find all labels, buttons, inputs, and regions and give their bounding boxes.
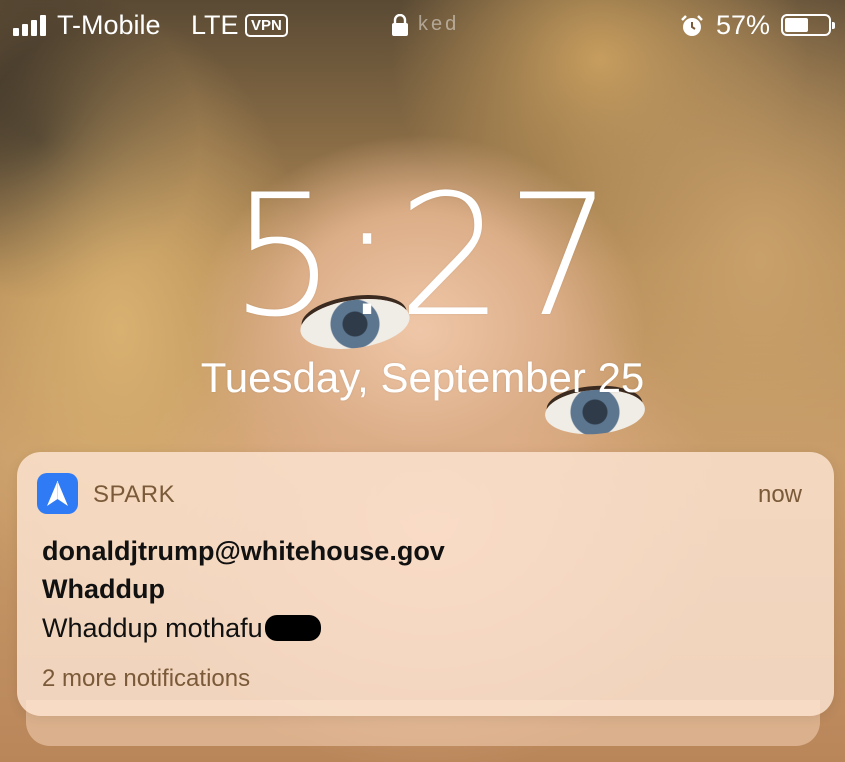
status-bar: T-Mobile LTE VPN ked 57% [0,0,845,52]
battery-icon [781,14,835,36]
signal-strength-icon [13,14,46,36]
spark-notification-card[interactable]: SPARK now donaldjtrump@whitehouse.gov Wh… [17,452,834,716]
vpn-badge: VPN [245,14,288,37]
lock-screen-date: Tuesday, September 25 [200,354,645,401]
battery-fill [785,18,808,32]
alarm-clock-icon [681,15,703,36]
notification-timestamp: now [757,481,802,508]
network-type: LTE [191,10,239,40]
paper-plane-icon [47,481,68,506]
more-notifications-label: 2 more notifications [42,665,251,692]
notification-body-text: Whaddup mothafu [42,613,263,643]
notification-body: Whaddup mothafu [42,613,321,644]
lock-screen-time: 5:27 [229,158,616,354]
carrier-name: T-Mobile [57,10,161,40]
notification-sender: donaldjtrump@whitehouse.gov [42,536,445,566]
lock-icon [392,14,408,36]
redaction-mark [264,615,321,641]
locked-label: ked [418,13,460,35]
notification-subject: Whaddup [42,574,165,604]
notification-app-name: SPARK [93,481,176,508]
battery-percentage: 57% [716,10,771,40]
spark-app-icon [37,473,78,514]
